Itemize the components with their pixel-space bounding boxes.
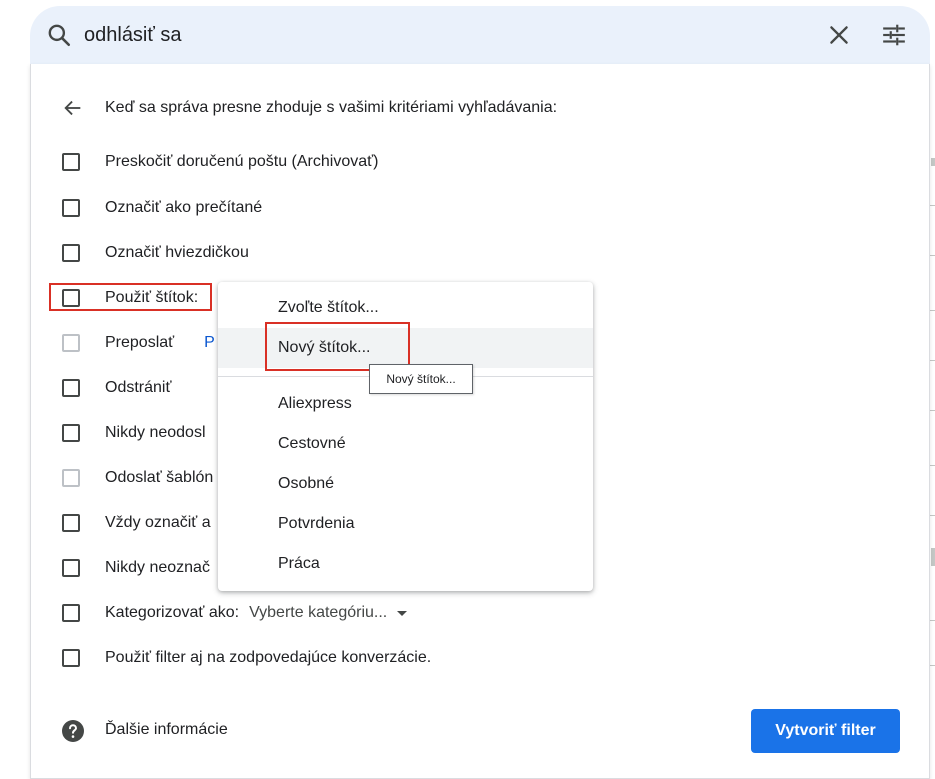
checkbox[interactable] — [62, 244, 80, 262]
checkbox[interactable] — [62, 153, 80, 171]
action-apply-to-conversations[interactable]: Použiť filter aj na zodpovedajúce konver… — [62, 646, 431, 670]
action-apply-label[interactable]: Použiť štítok: — [62, 286, 198, 310]
checkbox[interactable] — [62, 289, 80, 307]
action-label: Kategorizovať ako: — [105, 604, 240, 621]
action-categorize[interactable]: Kategorizovať ako: Vyberte kategóriu... — [62, 601, 408, 625]
action-forward[interactable]: Preposlať P — [62, 331, 215, 355]
help-icon[interactable] — [61, 719, 85, 743]
tune-icon[interactable] — [880, 22, 908, 48]
search-icon[interactable] — [46, 22, 72, 48]
action-label: Vždy označiť a — [105, 514, 211, 531]
action-star[interactable]: Označiť hviezdičkou — [62, 241, 249, 265]
back-arrow-icon[interactable] — [62, 97, 84, 119]
action-label: Odoslať šablón — [105, 469, 214, 486]
action-label: Preskočiť doručenú poštu (Archivovať) — [105, 153, 379, 170]
label-dropdown: Zvoľte štítok... Nový štítok... Aliexpre… — [218, 282, 593, 591]
action-never-important[interactable]: Nikdy neoznač — [62, 556, 210, 580]
dropdown-new-label[interactable]: Nový štítok... — [218, 328, 593, 368]
checkbox[interactable] — [62, 514, 80, 532]
help-link[interactable]: Ďalšie informácie — [105, 720, 228, 740]
checkbox[interactable] — [62, 199, 80, 217]
action-label: Nikdy neoznač — [105, 559, 210, 576]
action-skip-inbox[interactable]: Preskočiť doručenú poštu (Archivovať) — [62, 150, 378, 174]
dropdown-label-item[interactable]: Osobné — [218, 464, 593, 504]
dropdown-label-item[interactable]: Cestovné — [218, 424, 593, 464]
category-select-value: Vyberte kategóriu... — [249, 604, 388, 621]
action-label: Preposlať — [105, 334, 175, 351]
checkbox[interactable] — [62, 559, 80, 577]
checkbox[interactable] — [62, 604, 80, 622]
background-mark — [931, 548, 935, 566]
action-label: Použiť štítok: — [105, 289, 199, 306]
forward-address-link[interactable]: P — [204, 334, 215, 352]
panel-header: Keď sa správa presne zhoduje s vašimi kr… — [105, 99, 558, 116]
tooltip: Nový štítok... — [369, 364, 473, 394]
action-mark-read[interactable]: Označiť ako prečítané — [62, 196, 262, 220]
create-filter-button[interactable]: Vytvoriť filter — [751, 709, 900, 753]
action-label: Označiť hviezdičkou — [105, 244, 249, 261]
search-input[interactable]: odhlásiť sa — [84, 22, 182, 48]
dropdown-label-item[interactable]: Práca — [218, 544, 593, 584]
action-never-spam[interactable]: Nikdy neodosl — [62, 421, 206, 445]
action-label: Odstrániť — [105, 379, 172, 396]
caret-down-icon — [397, 610, 408, 616]
dropdown-label-item[interactable]: Potvrdenia — [218, 504, 593, 544]
action-label: Nikdy neodosl — [105, 424, 206, 441]
checkbox[interactable] — [62, 424, 80, 442]
checkbox[interactable] — [62, 334, 80, 352]
action-delete[interactable]: Odstrániť — [62, 376, 171, 400]
action-send-template[interactable]: Odoslať šablón — [62, 466, 213, 490]
checkbox[interactable] — [62, 469, 80, 487]
action-always-important[interactable]: Vždy označiť a — [62, 511, 211, 535]
action-label: Označiť ako prečítané — [105, 199, 263, 216]
category-select[interactable]: Vyberte kategóriu... — [249, 604, 408, 622]
close-icon[interactable] — [826, 22, 852, 48]
background-mark — [931, 158, 935, 166]
checkbox[interactable] — [62, 649, 80, 667]
action-label: Použiť filter aj na zodpovedajúce konver… — [105, 649, 432, 666]
checkbox[interactable] — [62, 379, 80, 397]
dropdown-choose-label[interactable]: Zvoľte štítok... — [218, 288, 593, 328]
